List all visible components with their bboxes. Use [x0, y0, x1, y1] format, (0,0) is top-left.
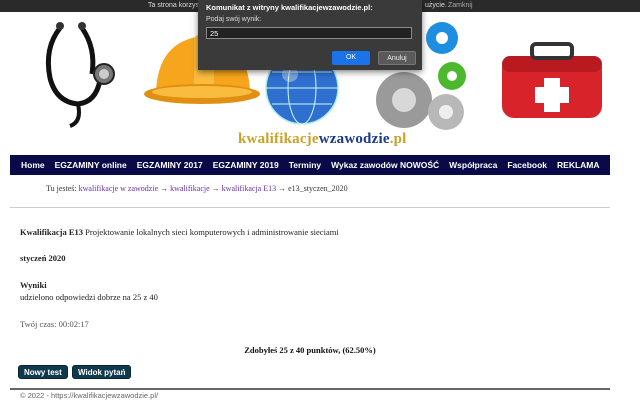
breadcrumb-separator: →	[211, 184, 220, 193]
new-test-button[interactable]: Nowy test	[18, 365, 68, 379]
nav-item-egzaminy-2019[interactable]: EGZAMINY 2019	[208, 160, 284, 170]
stethoscope-icon	[45, 22, 115, 128]
qualification-line: Kwalifikacja E13 Projektowanie lokalnych…	[20, 227, 339, 237]
exam-date: styczeń 2020	[20, 253, 66, 263]
breadcrumb-link-kwalifikacje[interactable]: kwalifikacje	[170, 184, 210, 193]
nav-item-terminy[interactable]: Terminy	[284, 160, 326, 170]
footer-text: © 2022 - https://kwalifikacjewzawodzie.p…	[20, 391, 159, 400]
breadcrumb-separator: →	[278, 184, 287, 193]
cookie-text-end: użycie.	[425, 2, 447, 9]
view-questions-button[interactable]: Widok pytań	[72, 365, 132, 379]
score-text: Zdobyłeś 25 z 40 punktów, (62.50%)	[244, 345, 376, 355]
nav-item-egzaminy-2017[interactable]: EGZAMINY 2017	[132, 160, 208, 170]
dialog-input[interactable]: 25	[206, 27, 412, 39]
nav-item-wspolpraca[interactable]: Współpraca	[444, 160, 502, 170]
cookie-close-link[interactable]: Zamknij	[448, 0, 473, 12]
dialog-title: Komunikat z witryny kwalifikacjewzawodzi…	[206, 3, 373, 12]
results-heading: Wyniki	[20, 280, 47, 290]
first-aid-kit-icon	[502, 42, 602, 118]
nav-item-reklama[interactable]: REKLAMA	[552, 160, 605, 170]
main-nav: Home EGZAMINY online EGZAMINY 2017 EGZAM…	[10, 155, 610, 175]
dialog-ok-button[interactable]: OK	[332, 51, 370, 65]
nav-item-home[interactable]: Home	[10, 160, 50, 170]
nav-item-wykaz-zawodow[interactable]: Wykaz zawodów NOWOŚĆ	[326, 160, 444, 170]
qualification-description: Projektowanie lokalnych sieci komputerow…	[85, 227, 339, 237]
dialog-prompt: Podaj swój wynik:	[206, 16, 262, 23]
cookie-text: Ta strona korzyst	[148, 2, 201, 9]
prompt-dialog: Komunikat z witryny kwalifikacjewzawodzi…	[198, 0, 422, 70]
dialog-cancel-button[interactable]: Anuluj	[378, 51, 416, 65]
breadcrumb: Tu jesteś: kwalifikacje w zawodzie → kwa…	[46, 184, 348, 193]
breadcrumb-separator: →	[160, 184, 169, 193]
qualification-label: Kwalifikacja E13	[20, 227, 84, 237]
results-text: udzielono odpowiedzi dobrze na 25 z 40	[20, 292, 158, 302]
logo-part-3: .pl	[389, 131, 407, 147]
time-text: Twój czas: 00:02:17	[20, 319, 89, 329]
breadcrumb-link-home[interactable]: kwalifikacje w zawodzie	[79, 184, 159, 193]
logo-part-2: wzawodzie	[318, 131, 390, 147]
site-logo[interactable]: kwalifikacjewzawodzie.pl	[238, 131, 407, 148]
nav-item-egzaminy-online[interactable]: EGZAMINY online	[50, 160, 132, 170]
nav-item-facebook[interactable]: Facebook	[502, 160, 552, 170]
breadcrumb-current: e13_styczen_2020	[288, 184, 348, 193]
breadcrumb-link-e13[interactable]: kwalifikacja E13	[222, 184, 276, 193]
logo-part-1: kwalifikacje	[238, 131, 319, 147]
results-panel: Kwalifikacja E13 Projektowanie lokalnych…	[10, 207, 610, 390]
breadcrumb-prefix: Tu jesteś:	[46, 184, 77, 193]
